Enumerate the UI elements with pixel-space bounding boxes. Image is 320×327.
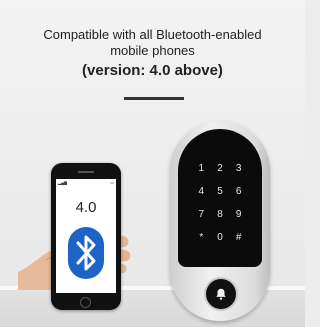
headline-line-2: mobile phones bbox=[110, 43, 195, 58]
key-hash[interactable]: # bbox=[229, 232, 248, 244]
key-7[interactable]: 7 bbox=[192, 209, 211, 221]
key-2[interactable]: 2 bbox=[211, 163, 230, 175]
battery-icon: ▭ bbox=[110, 180, 114, 185]
headline: Compatible with all Bluetooth-enabled mo… bbox=[0, 26, 305, 81]
key-4[interactable]: 4 bbox=[192, 186, 211, 198]
key-1[interactable]: 1 bbox=[192, 163, 211, 175]
signal-icon: ▂▄▆ bbox=[58, 180, 67, 185]
doorbell-button[interactable] bbox=[204, 277, 238, 311]
key-star[interactable]: * bbox=[192, 232, 211, 244]
phone-status-bar: ▂▄▆ ▭ bbox=[56, 179, 116, 185]
reader-keypad-panel: 1 2 3 4 5 6 7 8 9 * 0 # bbox=[178, 129, 262, 267]
smartphone: ▂▄▆ ▭ 4.0 bbox=[51, 163, 121, 310]
key-5[interactable]: 5 bbox=[211, 186, 230, 198]
bluetooth-version: 4.0 bbox=[75, 199, 97, 216]
phone-screen: ▂▄▆ ▭ 4.0 bbox=[56, 179, 116, 293]
key-0[interactable]: 0 bbox=[211, 232, 230, 244]
headline-divider bbox=[124, 97, 184, 100]
key-8[interactable]: 8 bbox=[211, 209, 230, 221]
headline-line-1: Compatible with all Bluetooth-enabled bbox=[43, 27, 262, 42]
access-control-reader: 1 2 3 4 5 6 7 8 9 * 0 # bbox=[170, 121, 270, 321]
headline-version: (version: 4.0 above) bbox=[82, 62, 223, 79]
key-9[interactable]: 9 bbox=[229, 209, 248, 221]
keypad: 1 2 3 4 5 6 7 8 9 * 0 # bbox=[192, 163, 248, 244]
phone-speaker bbox=[78, 171, 94, 173]
home-button[interactable] bbox=[80, 297, 91, 308]
product-banner: Compatible with all Bluetooth-enabled mo… bbox=[0, 0, 305, 327]
bell-icon bbox=[216, 288, 226, 300]
key-6[interactable]: 6 bbox=[229, 186, 248, 198]
key-3[interactable]: 3 bbox=[229, 163, 248, 175]
bluetooth-icon bbox=[68, 227, 104, 279]
